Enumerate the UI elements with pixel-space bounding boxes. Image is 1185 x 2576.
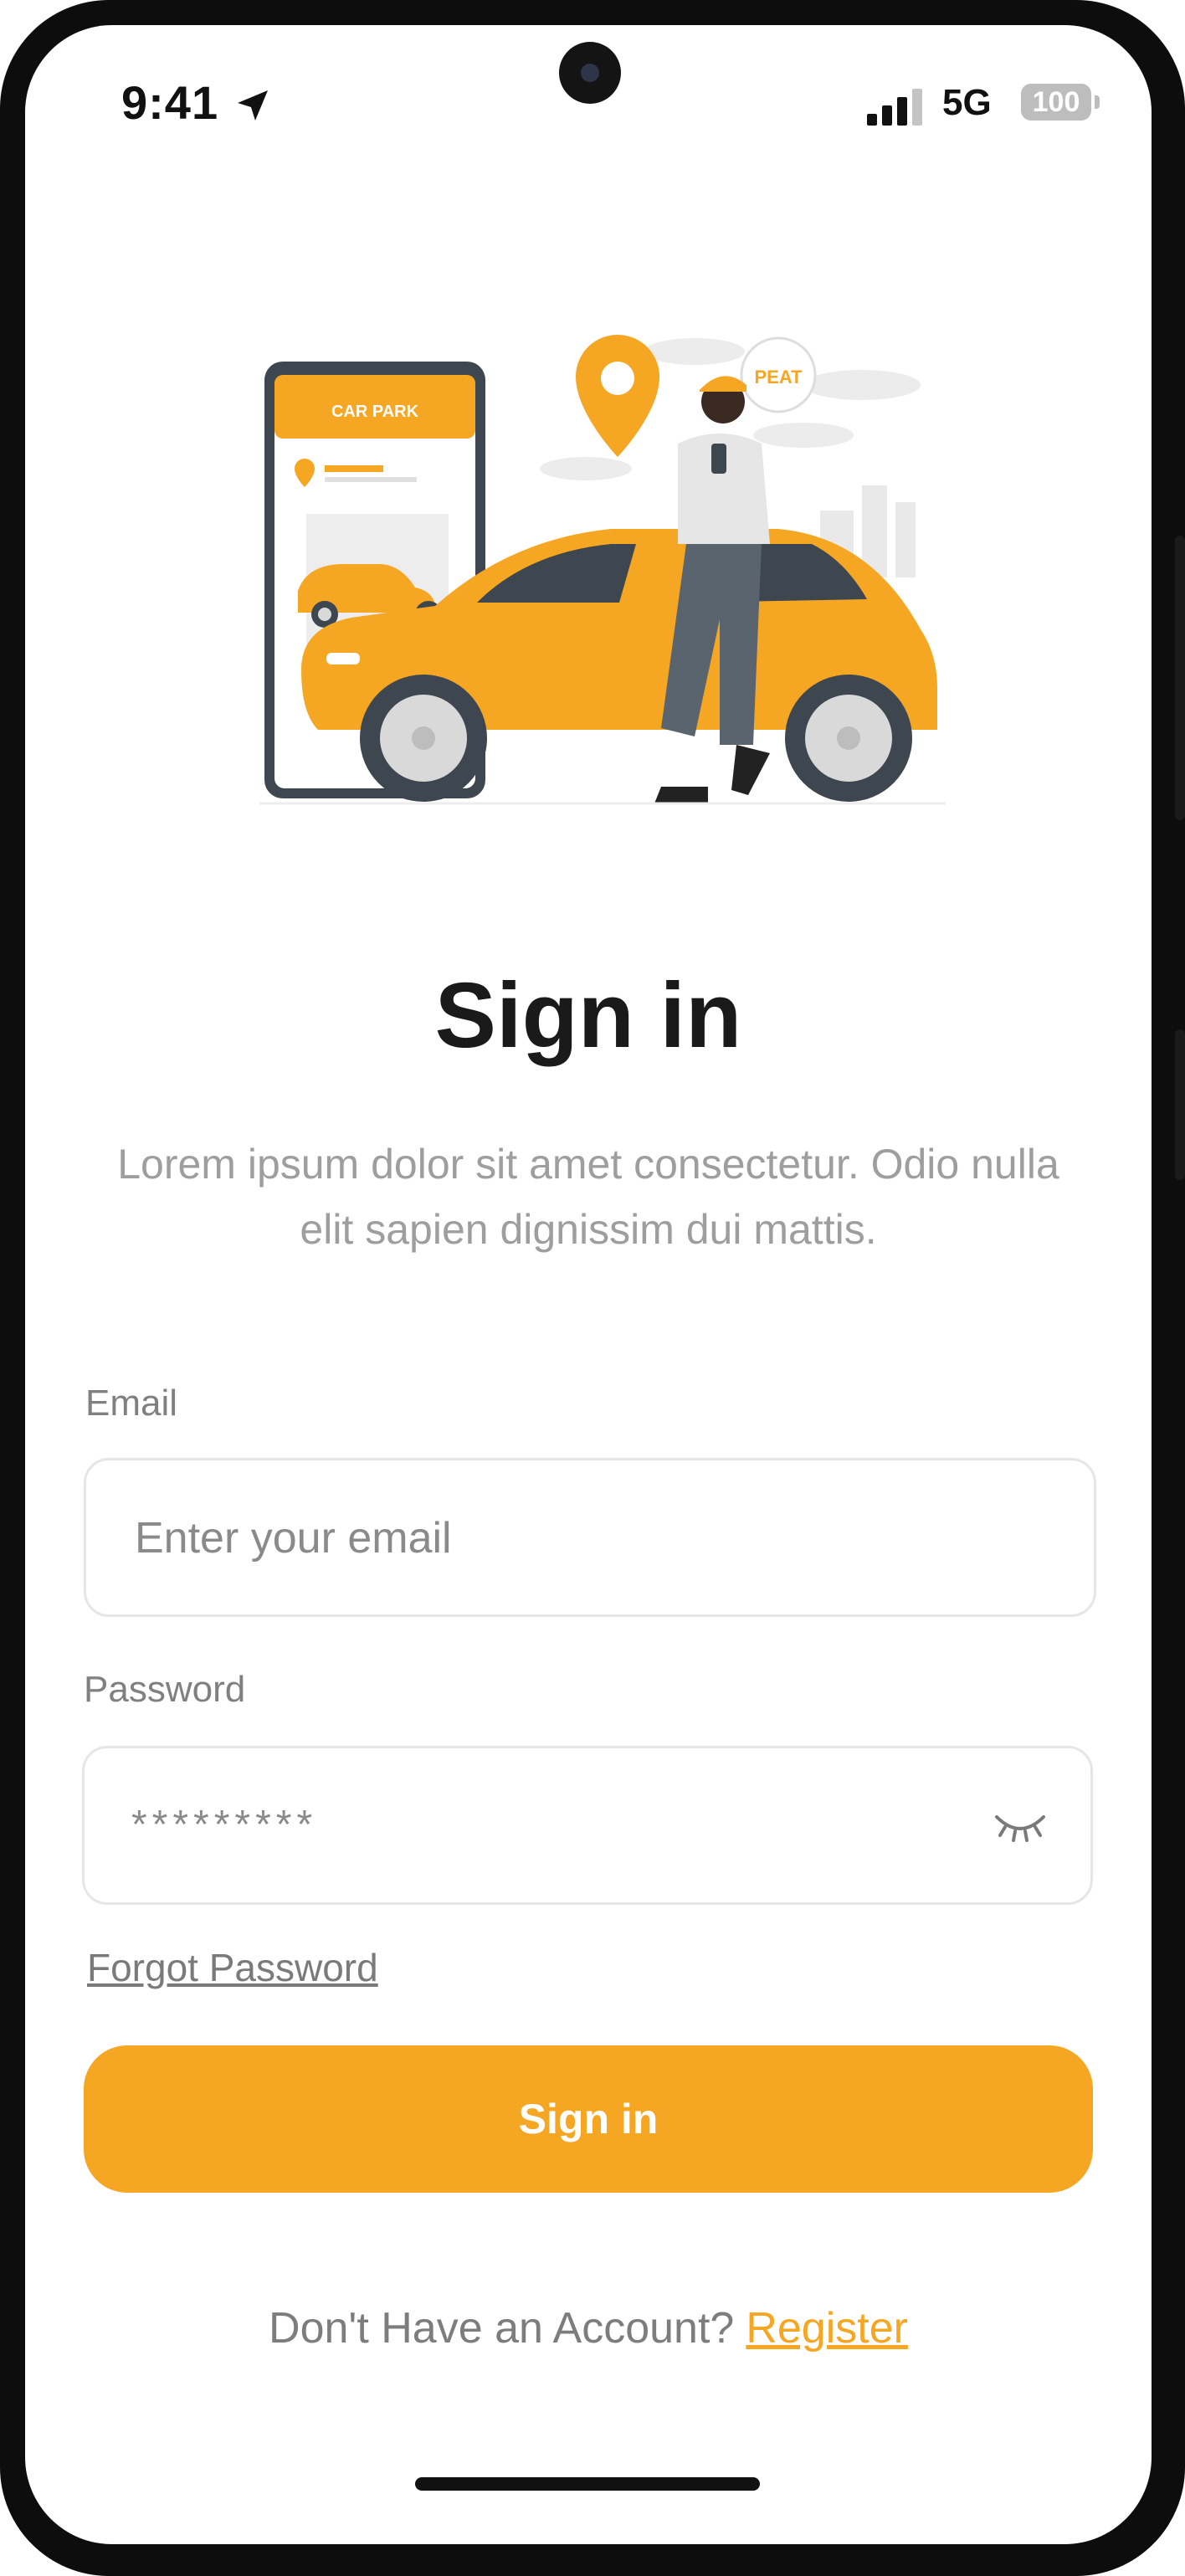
password-value: ********* [131,1803,318,1847]
phone-app-title: CAR PARK [331,403,419,421]
password-field[interactable]: ********* [82,1746,1093,1905]
map-pin-icon [576,335,659,457]
volume-button [1175,536,1185,820]
location-arrow-icon [238,90,268,121]
signal-icon [867,89,922,126]
battery-tip [1095,95,1100,109]
status-time: 9:41 [121,76,219,129]
password-label: Password [84,1669,246,1710]
email-label: Email [85,1383,178,1424]
home-indicator[interactable] [415,2477,760,2491]
register-prompt: Don't Have an Account? [269,2304,735,2353]
email-field[interactable] [133,1460,973,1616]
phone-frame: 9:41 5G 100 CAR PARK PEAT Sign in Lorem … [0,0,1185,2576]
eye-closed-icon[interactable] [993,1804,1047,1844]
forgot-password-link[interactable]: Forgot Password [87,1945,378,1990]
speech-bubble: PEAT [740,336,817,413]
page-title: Sign in [434,964,742,1067]
power-button [1175,1029,1185,1180]
page-subtitle: Lorem ipsum dolor sit amet consectetur. … [117,1141,1059,1253]
front-camera [559,42,621,104]
speech-bubble-text: PEAT [754,367,803,387]
battery-icon: 100 [1021,84,1091,121]
screen: 9:41 5G 100 CAR PARK PEAT Sign in Lorem … [25,25,1152,2544]
email-field-container [84,1458,1096,1617]
register-row: Don't Have an Account? Register [25,2303,1152,2353]
register-link[interactable]: Register [746,2304,908,2353]
network-type: 5G [942,82,992,123]
sign-in-button[interactable]: Sign in [84,2045,1093,2193]
car-park-illustration: CAR PARK PEAT [259,335,946,805]
